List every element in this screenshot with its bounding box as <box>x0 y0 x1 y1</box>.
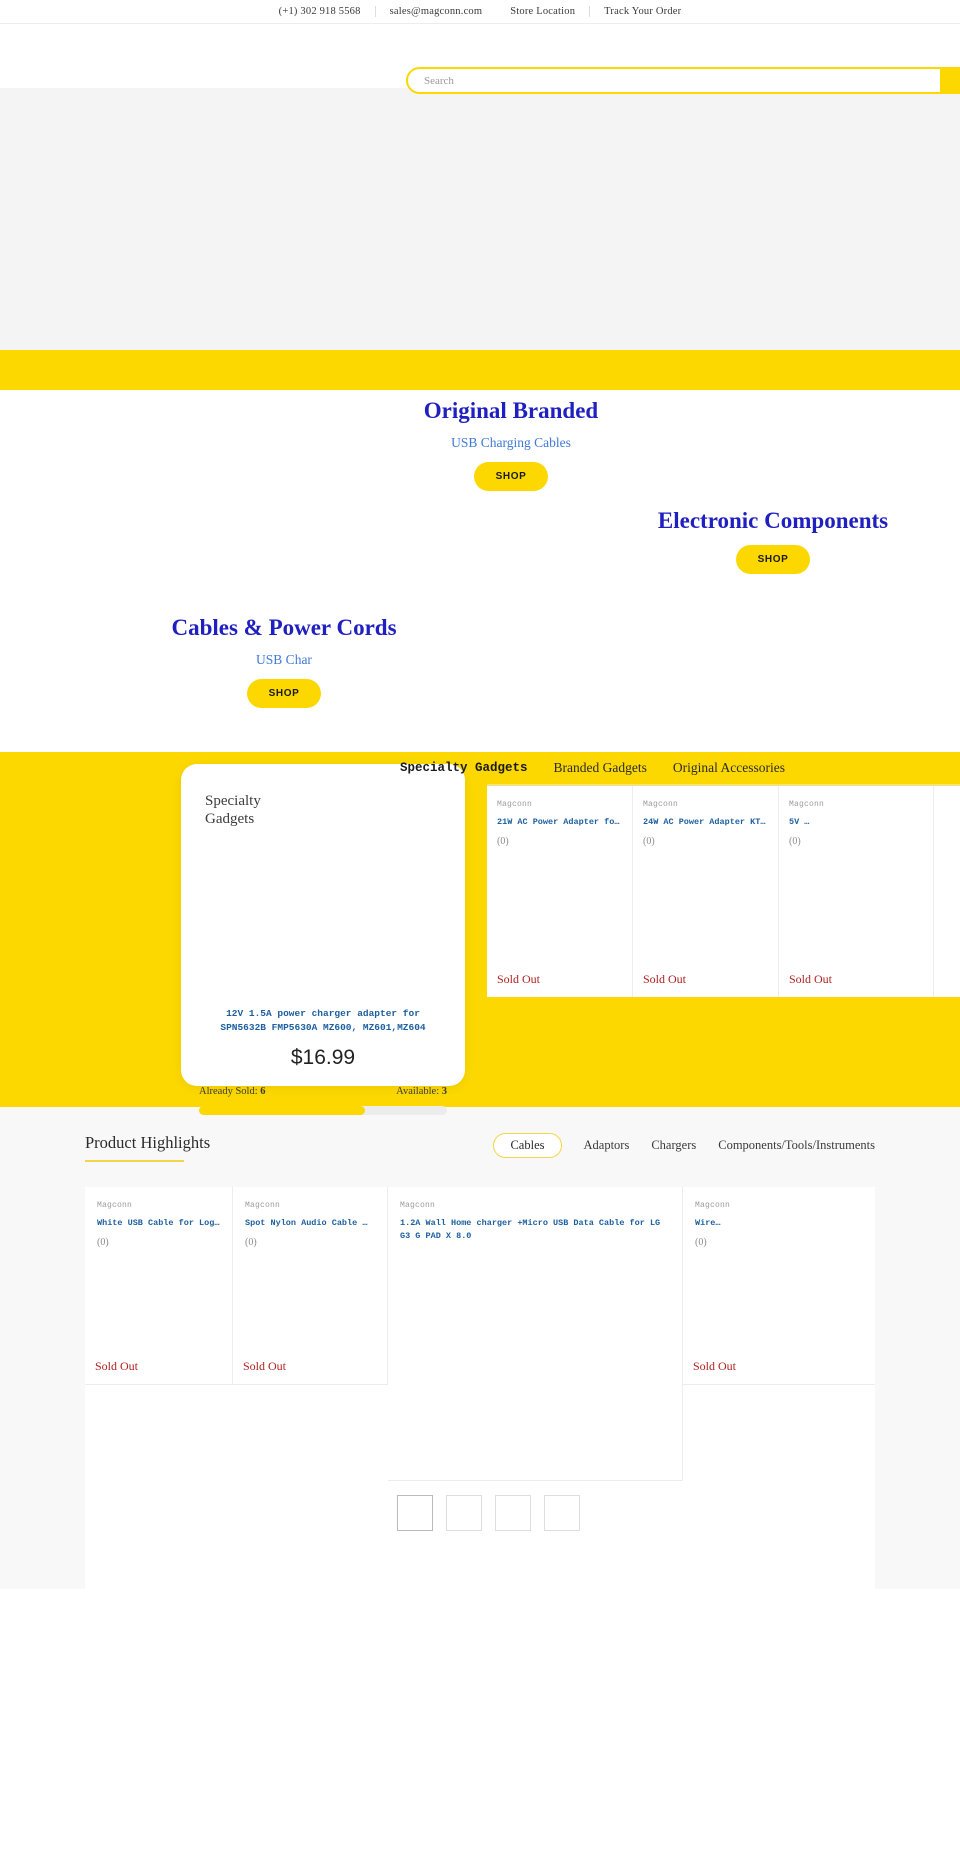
promo-subtitle: USB Charging Cables <box>451 435 571 451</box>
promo-title: Electronic Components <box>657 508 889 533</box>
carousel-tab-original-accessories[interactable]: Original Accessories <box>673 760 785 776</box>
available-value: 3 <box>441 1086 447 1098</box>
search-box[interactable] <box>406 67 960 94</box>
product-card[interactable]: Magconn Spot Nylon Audio Cable … (0) Sol… <box>233 1187 388 1385</box>
already-sold-stat: Already Sold: 6 <box>199 1086 266 1097</box>
featured-product-title[interactable]: 12V 1.5A power charger adapter for SPN56… <box>195 1007 451 1036</box>
highlights-tab-cables[interactable]: Cables <box>493 1133 562 1158</box>
product-highlights-title: Product Highlights <box>85 1133 211 1152</box>
product-title[interactable]: 1.2A Wall Home charger +Micro USB Data C… <box>400 1217 670 1243</box>
carousel-tab-list: Specialty Gadgets Branded Gadgets Origin… <box>400 760 785 776</box>
product-card[interactable]: Magconn 5V … (0) Sold Out <box>779 786 934 997</box>
track-order-link[interactable]: Track Your Order <box>590 0 695 24</box>
storefront-page: (+1) 302 918 5568 sales@magconn.com Stor… <box>0 0 960 1589</box>
product-thumbnail[interactable] <box>446 1495 482 1531</box>
product-title[interactable]: 5V … <box>789 816 923 829</box>
product-highlights-grid: Magconn White USB Cable for Log… (0) Sol… <box>85 1187 875 1481</box>
product-rating-count: (0) <box>97 1236 109 1248</box>
promo-title: Original Branded <box>423 398 599 423</box>
product-rating-count: (0) <box>643 835 655 847</box>
highlights-tab-chargers[interactable]: Chargers <box>651 1133 696 1158</box>
search-submit-button[interactable] <box>940 67 960 94</box>
product-brand: Magconn <box>97 1201 133 1210</box>
available-stat: Available: 3 <box>396 1086 447 1097</box>
product-brand: Magconn <box>695 1201 731 1210</box>
search-input[interactable] <box>424 74 948 87</box>
hero-slider-image[interactable] <box>0 88 960 350</box>
product-stock-status: Sold Out <box>789 972 833 986</box>
product-card[interactable]: Magconn 21W AC Power Adapter fo… (0) Sol… <box>487 786 633 997</box>
highlights-tab-list: Cables Adaptors Chargers Components/Tool… <box>493 1133 875 1158</box>
available-label: Available: <box>396 1086 440 1098</box>
product-rating-count: (0) <box>497 835 509 847</box>
hero-accent-band <box>0 350 960 390</box>
highlights-tab-components-tools-instruments[interactable]: Components/Tools/Instruments <box>718 1133 875 1158</box>
top-utility-bar: (+1) 302 918 5568 sales@magconn.com Stor… <box>0 0 960 24</box>
product-brand: Magconn <box>789 800 825 809</box>
phone-link[interactable]: (+1) 302 918 5568 <box>265 0 375 24</box>
product-title[interactable]: Spot Nylon Audio Cable … <box>245 1217 375 1230</box>
product-rating-count: (0) <box>695 1236 707 1248</box>
product-title[interactable]: 21W AC Power Adapter fo… <box>497 816 622 829</box>
product-stock-status: Sold Out <box>643 972 687 986</box>
stock-progress-fill <box>199 1106 366 1116</box>
promo-banner-zone: Original Branded USB Charging Cables SHO… <box>0 390 960 752</box>
product-stock-status: Sold Out <box>243 1359 287 1373</box>
product-title[interactable]: 24W AC Power Adapter KT… <box>643 816 768 829</box>
promo-shop-button[interactable]: SHOP <box>735 545 811 575</box>
product-stock-status: Sold Out <box>693 1359 737 1373</box>
featured-stock-stats: Already Sold: 6 Available: 3 <box>195 1086 451 1097</box>
product-card[interactable]: Magconn 1.2A Wall Home charger +Micro US… <box>388 1187 683 1481</box>
product-thumbnail[interactable] <box>495 1495 531 1531</box>
stock-progress-bar <box>199 1106 447 1116</box>
featured-kicker-line-1: Specialty <box>205 793 261 809</box>
grid-filler <box>85 1553 875 1589</box>
highlights-tab-adaptors[interactable]: Adaptors <box>584 1133 630 1158</box>
featured-kicker-line-2: Gadgets <box>205 811 255 828</box>
carousel-tab-branded-gadgets[interactable]: Branded Gadgets <box>554 760 647 776</box>
product-stock-status: Sold Out <box>95 1359 139 1373</box>
featured-product-price: $16.99 <box>290 1046 356 1070</box>
product-title[interactable]: White USB Cable for Log… <box>97 1217 220 1230</box>
product-thumbnail[interactable] <box>397 1495 433 1531</box>
promo-banner-original-branded[interactable]: Original Branded USB Charging Cables SHO… <box>328 398 694 492</box>
promo-banner-electronic-components[interactable]: Electronic Components SHOP <box>620 508 926 575</box>
already-sold-label: Already Sold: <box>199 1086 258 1098</box>
promo-title: Cables & Power Cords <box>171 615 397 640</box>
product-highlights-header: Product Highlights Cables Adaptors Charg… <box>85 1133 875 1177</box>
product-card[interactable]: Magconn 24W AC Power Adapter KT… (0) Sol… <box>633 786 779 997</box>
site-header <box>0 24 960 94</box>
search-area <box>406 67 960 94</box>
product-brand: Magconn <box>245 1201 281 1210</box>
product-rating-count: (0) <box>245 1236 257 1248</box>
featured-product-image <box>195 843 451 955</box>
carousel-product-panel: Magconn 21W AC Power Adapter fo… (0) Sol… <box>487 784 960 997</box>
product-thumbnail[interactable] <box>544 1495 580 1531</box>
product-brand: Magconn <box>400 1201 436 1210</box>
promo-subtitle: USB Char <box>256 652 312 668</box>
product-card[interactable]: Magconn Wire… (0) Sold Out <box>683 1187 875 1385</box>
product-title[interactable]: Wire… <box>695 1217 863 1230</box>
featured-product-card[interactable]: Specialty Gadgets 12V 1.5A power charger… <box>181 764 465 1116</box>
promo-shop-button[interactable]: SHOP <box>473 462 549 492</box>
promo-shop-button[interactable]: SHOP <box>246 679 322 709</box>
store-location-link[interactable]: Store Location <box>496 0 589 24</box>
product-highlights-section: Product Highlights Cables Adaptors Charg… <box>0 1107 960 1589</box>
product-thumbnail-row <box>85 1481 875 1553</box>
top-utility-bar-inner: (+1) 302 918 5568 sales@magconn.com Stor… <box>265 0 696 24</box>
product-rating-count: (0) <box>789 835 801 847</box>
email-link[interactable]: sales@magconn.com <box>376 0 497 24</box>
featured-card-kicker: Specialty Gadgets <box>195 792 451 829</box>
title-underline <box>85 1160 184 1162</box>
product-brand: Magconn <box>497 800 533 809</box>
product-card[interactable]: Magconn White USB Cable for Log… (0) Sol… <box>85 1187 233 1385</box>
product-stock-status: Sold Out <box>497 972 541 986</box>
featured-carousel-section: Specialty Gadgets 12V 1.5A power charger… <box>0 752 960 1116</box>
already-sold-value: 6 <box>260 1086 266 1098</box>
promo-banner-cables-power-cords[interactable]: Cables & Power Cords USB Char SHOP <box>155 615 413 709</box>
product-brand: Magconn <box>643 800 679 809</box>
carousel-tab-specialty-gadgets[interactable]: Specialty Gadgets <box>400 761 528 775</box>
